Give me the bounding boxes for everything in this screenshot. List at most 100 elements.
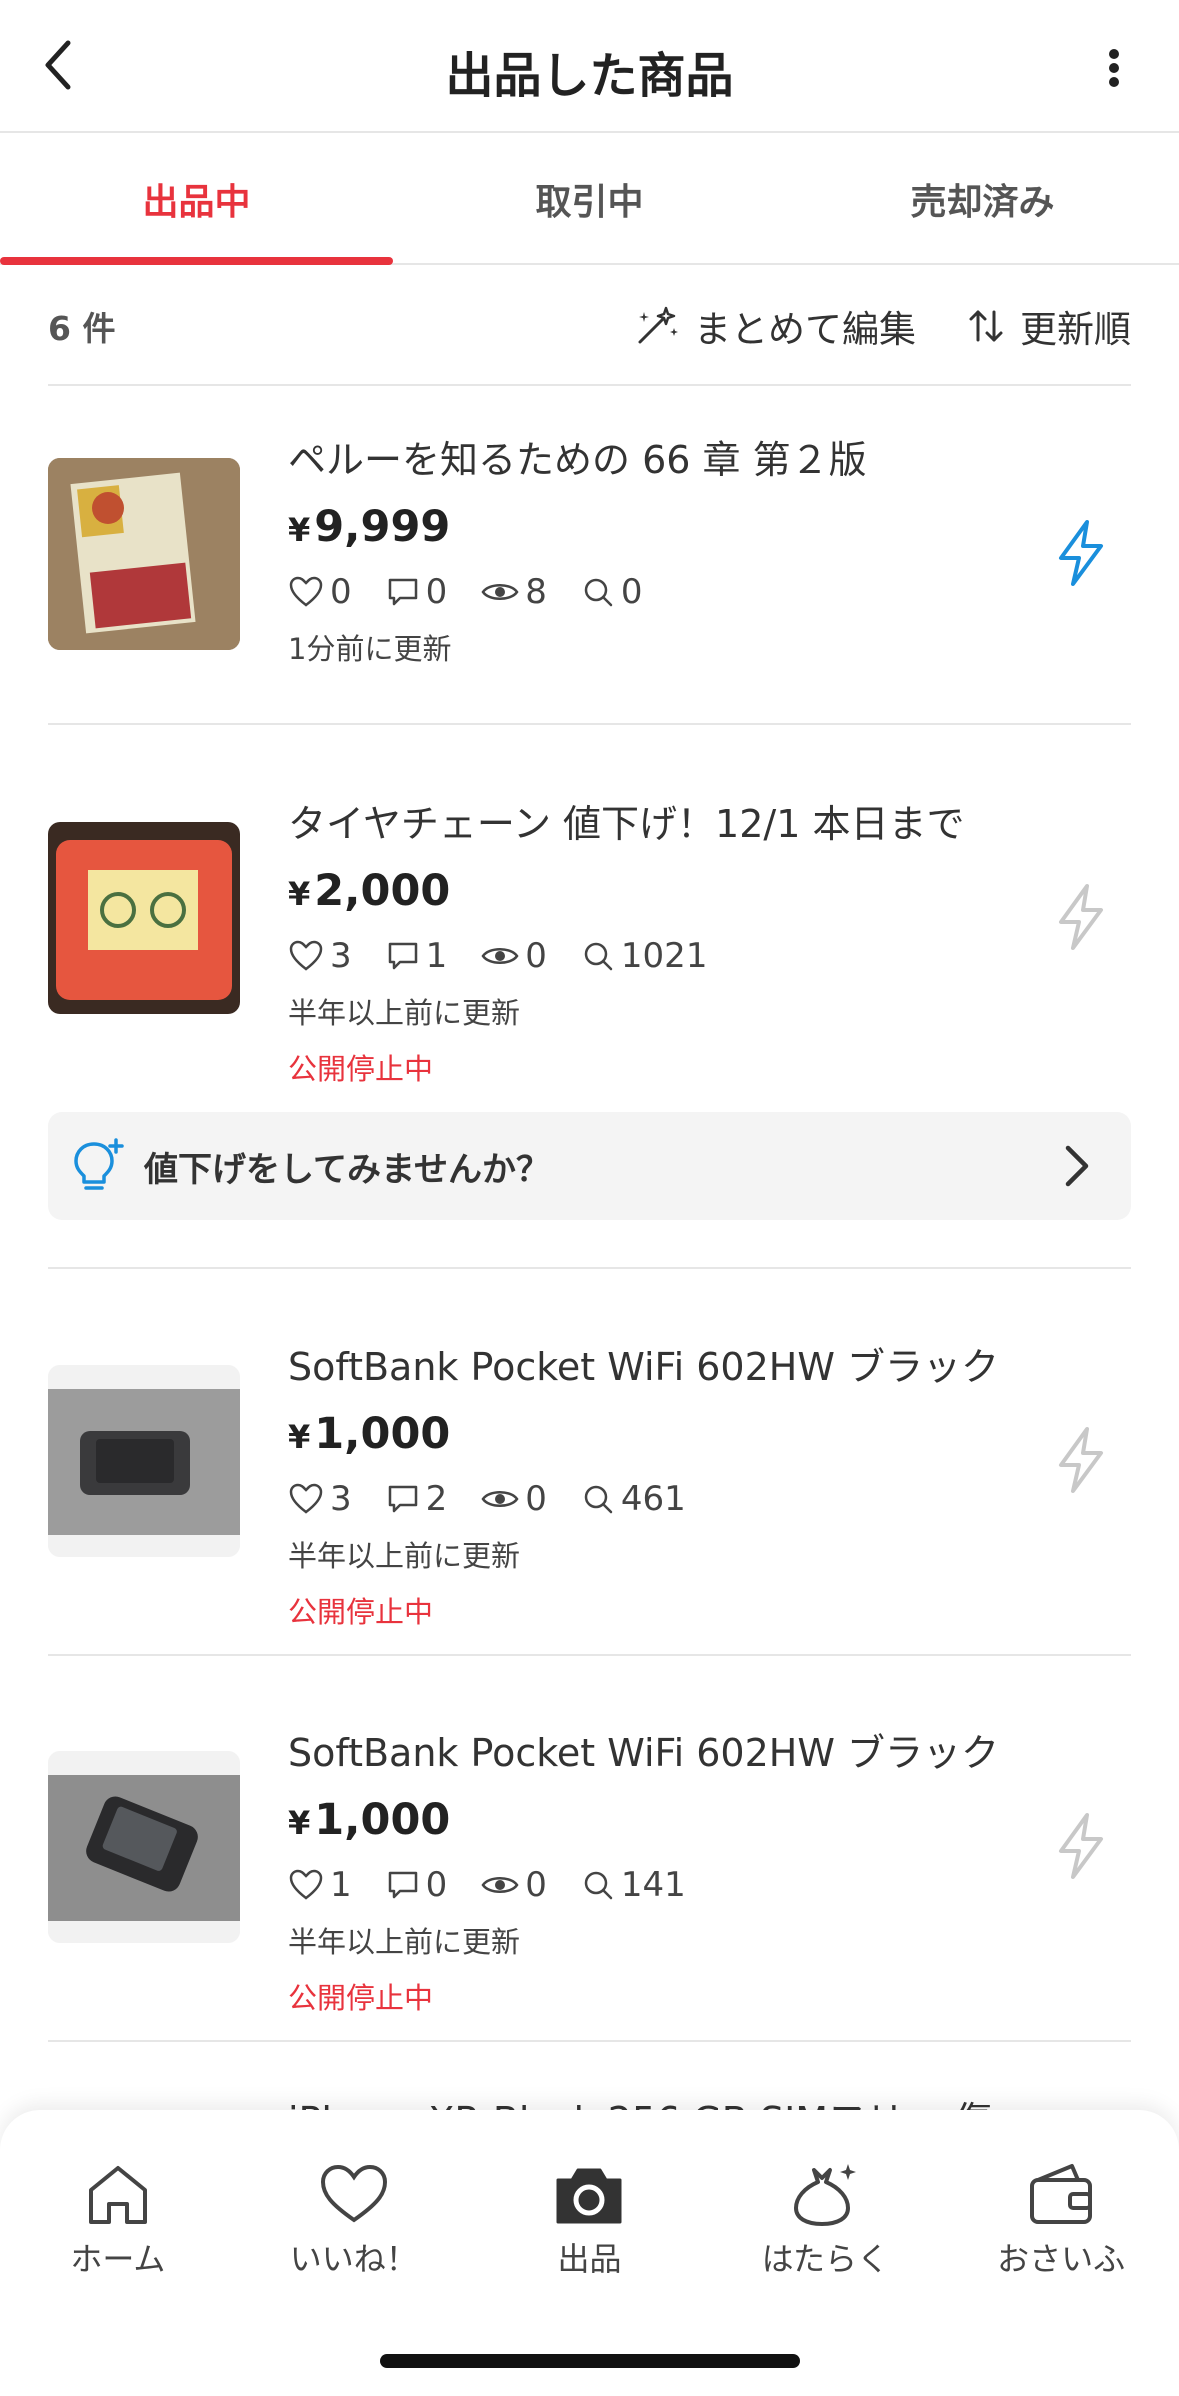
item-count: 6 件 — [48, 309, 116, 348]
boost-bolt-icon[interactable] — [1051, 882, 1111, 952]
tab-work[interactable]: はたらく — [707, 2160, 943, 2290]
sort-arrows-icon — [969, 310, 1003, 342]
divider — [48, 723, 1131, 725]
divider — [48, 1654, 1131, 1656]
yen-symbol: ¥ — [288, 511, 311, 549]
list-toolbar: 6 件 まとめて編集 更新順 — [48, 268, 1131, 386]
item-thumbnail — [48, 458, 240, 650]
likes-stat: 3 — [288, 936, 352, 976]
boost-bolt-icon[interactable] — [1051, 1811, 1111, 1881]
search-icon — [584, 1485, 613, 1514]
updated-time: 半年以上前に更新 — [288, 1539, 521, 1573]
item-price: ¥9,999 — [288, 500, 991, 557]
item-thumbnail — [48, 822, 240, 1014]
eye-icon — [481, 948, 519, 964]
status-label: 公開停止中 — [288, 1052, 434, 1086]
heart-icon — [320, 2164, 387, 2223]
divider — [48, 2040, 1131, 2042]
tab-home-label: ホーム — [70, 2240, 166, 2278]
tab-home[interactable]: ホーム — [0, 2160, 236, 2290]
comment-icon — [388, 1485, 417, 1513]
tab-in-progress[interactable]: 取引中 — [393, 135, 786, 263]
item-price: ¥1,000 — [288, 1793, 991, 1850]
lightbulb-icon — [74, 1138, 124, 1190]
item-stats: 3 1 0 1021 — [288, 933, 991, 979]
searches-stat: 461 — [581, 1479, 686, 1519]
views-stat: 8 — [481, 572, 547, 612]
comments-stat: 2 — [386, 1479, 447, 1519]
comments-stat: 0 — [386, 572, 447, 612]
item-thumbnail — [48, 1365, 240, 1557]
yen-symbol: ¥ — [288, 875, 311, 913]
yen-symbol: ¥ — [288, 1804, 311, 1842]
heart-icon — [289, 1483, 323, 1514]
price-cut-suggestion[interactable]: 値下げをしてみませんか？ — [48, 1112, 1131, 1220]
more-options-button[interactable] — [1099, 38, 1129, 98]
divider — [48, 1267, 1131, 1269]
wallet-icon — [1030, 2164, 1093, 2224]
eye-icon — [481, 1491, 519, 1507]
search-icon — [584, 578, 613, 607]
searches-stat: 1021 — [581, 936, 707, 976]
tab-sell[interactable]: 出品 — [472, 2160, 708, 2290]
heart-icon — [289, 1869, 323, 1900]
chevron-right-icon — [1065, 1145, 1089, 1187]
item-stats: 3 2 0 461 — [288, 1476, 991, 1522]
price-value: 9,999 — [314, 502, 451, 552]
search-icon — [584, 1871, 613, 1900]
status-tabs: 出品中 取引中 売却済み — [0, 135, 1179, 265]
boost-bolt-icon[interactable] — [1051, 518, 1111, 588]
likes-stat: 3 — [288, 1479, 352, 1519]
eye-icon — [481, 584, 519, 600]
money-bag-icon — [794, 2164, 857, 2226]
home-icon — [88, 2166, 147, 2224]
updated-time: 1分前に更新 — [288, 632, 452, 666]
searches-stat: 141 — [581, 1865, 686, 1905]
item-title: SoftBank Pocket WiFi 602HW ブラック — [288, 1731, 999, 1775]
tab-likes[interactable]: いいね！ — [236, 2160, 472, 2290]
item-title: ペルーを知るための 66 章 第２版 — [288, 438, 867, 482]
tab-wallet[interactable]: おさいふ — [943, 2160, 1179, 2290]
likes-stat: 1 — [288, 1865, 352, 1905]
likes-stat: 0 — [288, 572, 352, 612]
updated-time: 半年以上前に更新 — [288, 996, 521, 1030]
vertical-dots-icon — [1109, 49, 1119, 87]
heart-icon — [289, 940, 323, 971]
comment-icon — [388, 578, 417, 606]
sort-label: 更新順 — [1020, 308, 1131, 351]
price-value: 2,000 — [314, 866, 451, 916]
item-stats: 1 0 0 141 — [288, 1862, 991, 1908]
bulk-edit-button[interactable]: まとめて編集 — [636, 299, 916, 353]
item-price: ¥1,000 — [288, 1407, 991, 1464]
tab-likes-label: いいね！ — [289, 2240, 418, 2278]
yen-symbol: ¥ — [288, 1418, 311, 1456]
item-thumbnail — [48, 1751, 240, 1943]
comment-icon — [388, 942, 417, 970]
header: 出品した商品 — [0, 0, 1179, 133]
comments-stat: 1 — [386, 936, 447, 976]
item-price: ¥2,000 — [288, 864, 991, 921]
views-stat: 0 — [481, 1865, 547, 1905]
tab-listing[interactable]: 出品中 — [0, 135, 393, 265]
home-indicator — [380, 2354, 800, 2368]
tab-sell-label: 出品 — [557, 2240, 622, 2278]
camera-icon — [556, 2168, 622, 2224]
price-value: 1,000 — [314, 1409, 451, 1459]
item-title: タイヤチェーン 値下げ！12/1 本日まで — [288, 802, 965, 846]
price-value: 1,000 — [314, 1795, 451, 1845]
updated-time: 半年以上前に更新 — [288, 1925, 521, 1959]
tab-wallet-label: おさいふ — [997, 2240, 1126, 2278]
views-stat: 0 — [481, 1479, 547, 1519]
search-icon — [584, 942, 613, 971]
views-stat: 0 — [481, 936, 547, 976]
tab-sold[interactable]: 売却済み — [786, 135, 1179, 263]
comments-stat: 0 — [386, 1865, 447, 1905]
magic-wand-icon — [638, 306, 678, 344]
boost-bolt-icon[interactable] — [1051, 1425, 1111, 1495]
item-stats: 0 0 8 0 — [288, 569, 991, 615]
status-label: 公開停止中 — [288, 1981, 434, 2015]
item-title: SoftBank Pocket WiFi 602HW ブラック — [288, 1345, 999, 1389]
tab-work-label: はたらく — [761, 2240, 889, 2278]
sort-button[interactable]: 更新順 — [966, 299, 1131, 353]
heart-icon — [289, 576, 323, 607]
